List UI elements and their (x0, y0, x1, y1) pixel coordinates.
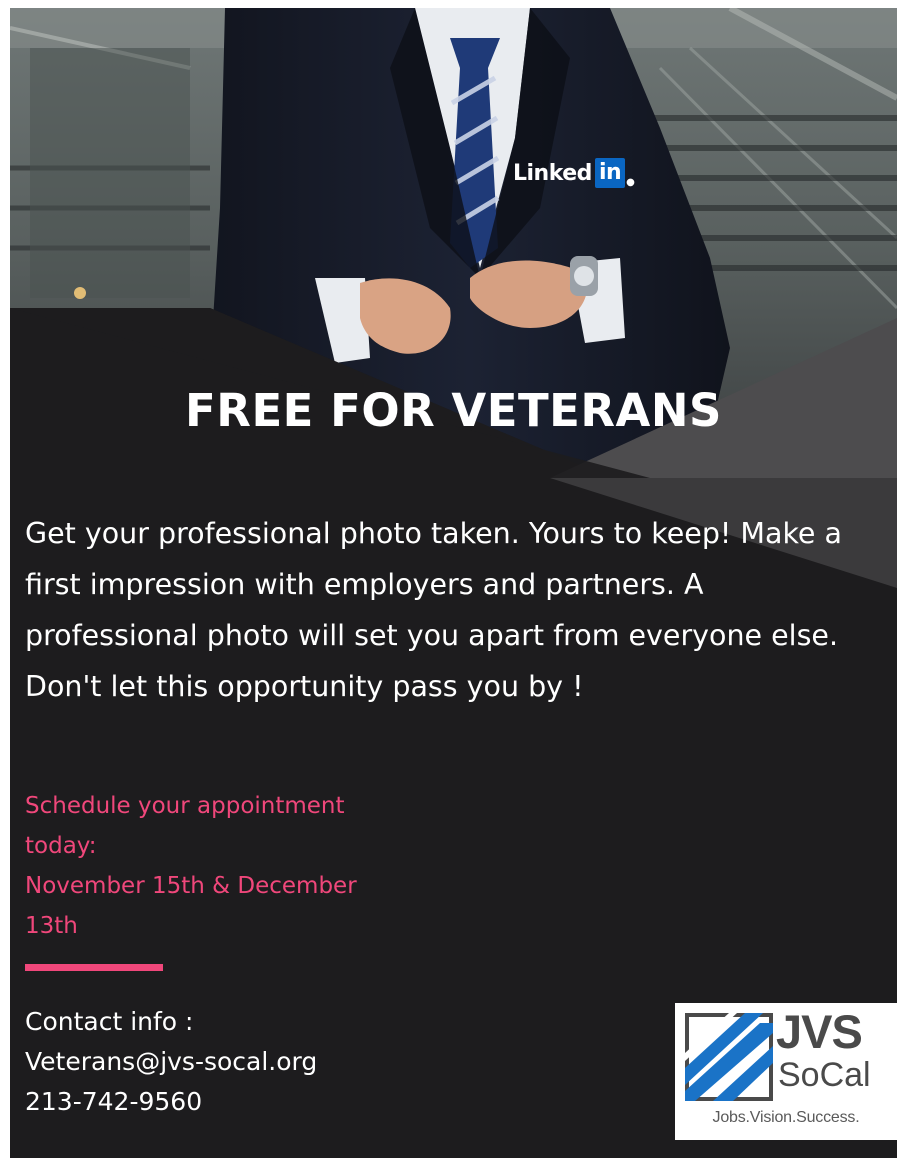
contact-label: Contact info : (25, 1007, 194, 1036)
logo-region: SoCal (778, 1056, 871, 1094)
schedule-dates: November 15th & December (25, 873, 357, 899)
description-text: Get your professional photo taken. Yours… (25, 517, 842, 703)
jvs-socal-logo: JVS SoCal Jobs.Vision.Success. (675, 1003, 897, 1140)
linkedin-in-icon: in (594, 158, 626, 188)
contact-email[interactable]: Veterans@jvs-socal.org (25, 1042, 317, 1082)
linkedin-dot: ● (626, 177, 635, 188)
schedule-dates: 13th (25, 913, 78, 939)
schedule-info: Schedule your appointment today: Novembe… (25, 786, 445, 946)
schedule-line: Schedule your appointment (25, 793, 345, 819)
page-title: FREE FOR VETERANS (185, 384, 722, 437)
logo-name: JVS (776, 1005, 863, 1058)
linkedin-wordmark: Linked (513, 160, 592, 186)
schedule-line: today: (25, 833, 97, 859)
veterans-flyer: Linked in ● FREE FOR VETERANS Get your p… (10, 8, 897, 1158)
logo-tagline: Jobs.Vision.Success. (712, 1109, 860, 1126)
contact-info: Contact info : Veterans@jvs-socal.org 21… (25, 1002, 317, 1122)
contact-phone[interactable]: 213-742-9560 (25, 1082, 317, 1122)
linkedin-logo: Linked in ● (513, 158, 635, 188)
jvs-stripes-icon (685, 1013, 773, 1101)
accent-divider (25, 964, 163, 971)
